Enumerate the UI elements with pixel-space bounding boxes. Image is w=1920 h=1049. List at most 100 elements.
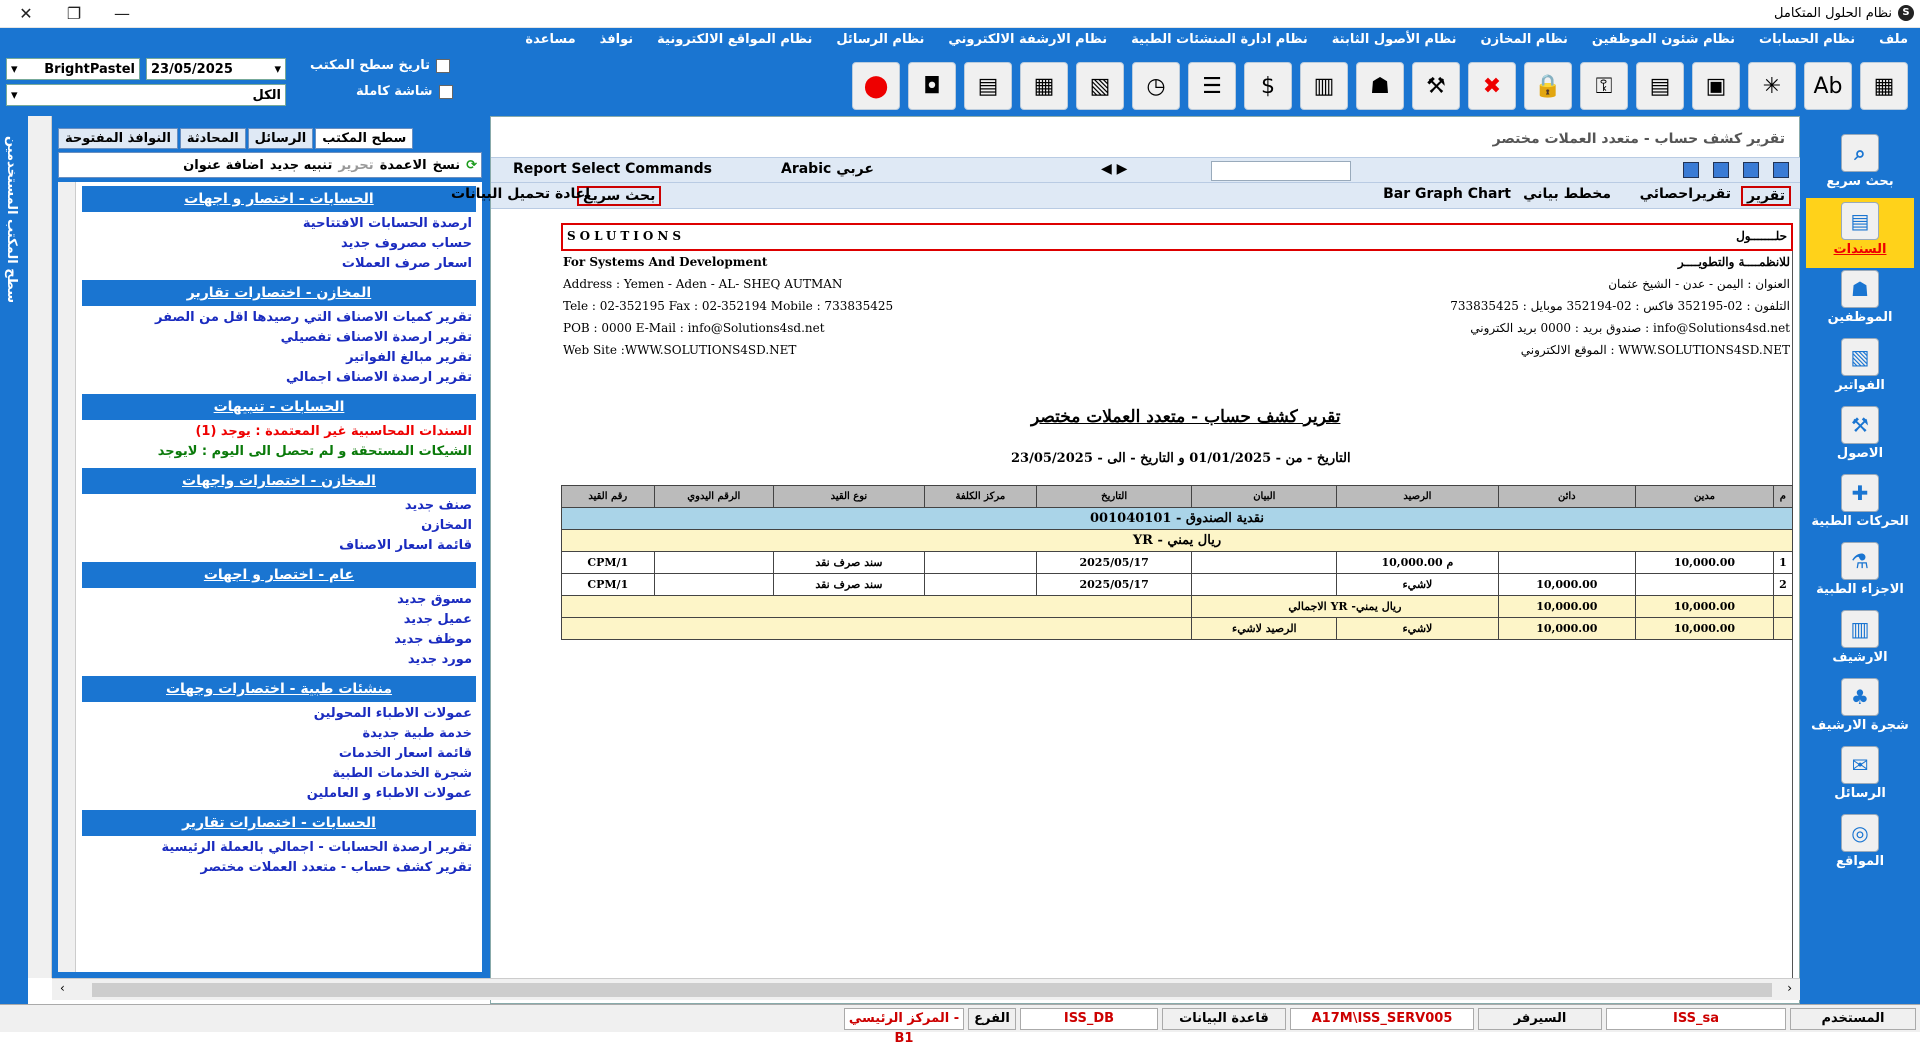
list-item[interactable]: اسعار صرف العملات	[342, 256, 472, 271]
window-icon[interactable]: ▦	[1860, 62, 1908, 110]
scroll-left-icon[interactable]: ‹	[60, 981, 65, 995]
report-icon[interactable]: ☰	[1188, 62, 1236, 110]
sidebar-item-archive[interactable]: ▥ الارشيف	[1806, 606, 1914, 676]
list-item[interactable]: خدمة طبية جديدة	[362, 726, 472, 741]
list-item[interactable]: ارصدة الحسابات الافتتاحية	[303, 216, 472, 231]
vertical-tab-label[interactable]: سطح المكتب المستخدمين	[4, 136, 19, 303]
language-select[interactable]: Arabic عربي	[781, 161, 874, 177]
sidebar-item-employees[interactable]: ☗ الموظفين	[1806, 266, 1914, 336]
calendar-dropdown-icon[interactable]: ▾	[274, 62, 281, 77]
sidebar-item-quick-search[interactable]: ⌕ بحث سريع	[1806, 130, 1914, 200]
list-item[interactable]: تقرير مبالغ الفواتير	[346, 350, 472, 365]
folders-icon[interactable]: ▧	[1076, 62, 1124, 110]
chevron-down-icon[interactable]: ▾	[11, 88, 18, 103]
menu-hr[interactable]: نظام شئون الموظفين	[1592, 32, 1735, 52]
menu-windows[interactable]: نوافذ	[600, 32, 634, 52]
new-alert-button[interactable]: تنبيه جديد	[270, 158, 332, 173]
menu-websites[interactable]: نظام المواقع الالكترونية	[657, 32, 812, 52]
menu-accounts[interactable]: نظام الحسابات	[1759, 32, 1855, 52]
filter-select[interactable]: ▾ الكل	[6, 84, 286, 106]
tab-messages[interactable]: الرسائل	[247, 128, 314, 149]
chevron-down-icon[interactable]: ▾	[11, 62, 18, 77]
scroll-thumb[interactable]	[92, 983, 1772, 997]
camera-icon[interactable]: ◘	[908, 62, 956, 110]
export-icon[interactable]	[1713, 162, 1729, 178]
refresh-icon[interactable]: ⟳	[466, 158, 477, 173]
alert-item[interactable]: الشيكات المستحقة و لم تحصل الى اليوم : ل…	[158, 444, 472, 459]
group-header[interactable]: منشئات طبية - اختصارات وجهات	[82, 676, 476, 702]
reload-button[interactable]: اعادة تحميل البيانات	[451, 186, 590, 202]
list-item[interactable]: مسوق جديد	[397, 592, 472, 607]
select-commands-label[interactable]: Report Select Commands	[513, 161, 712, 177]
sidebar-item-medical-moves[interactable]: ✚ الحركات الطبية	[1806, 470, 1914, 540]
scroll-right-icon[interactable]: ›	[1787, 981, 1792, 995]
list-item[interactable]: قائمة اسعار الخدمات	[339, 746, 472, 761]
tab-desktop[interactable]: سطح المكتب	[315, 128, 414, 149]
close-icon[interactable]: ✕	[14, 4, 38, 23]
theme-select[interactable]: ▾ BrightPastel	[6, 58, 140, 80]
stats-report-button[interactable]: تقريراحصائي	[1640, 186, 1731, 202]
sidebar-item-invoices[interactable]: ▧ الفواتير	[1806, 334, 1914, 404]
sidebar-item-vouchers[interactable]: ▤ السندات	[1806, 198, 1914, 268]
list-item[interactable]: تقرير كميات الاصناف التي رصيدها اقل من ا…	[155, 310, 472, 325]
group-header[interactable]: الحسابات - اختصارات تقارير	[82, 810, 476, 836]
menu-archive[interactable]: نظام الارشفة الالكتروني	[948, 32, 1107, 52]
list-item[interactable]: عمولات الاطباء المحولين	[314, 706, 472, 721]
group-header[interactable]: المخازن - اختصارات تقارير	[82, 280, 476, 306]
network-icon[interactable]: ✳	[1748, 62, 1796, 110]
checkbox-box[interactable]	[438, 84, 453, 99]
horizontal-scrollbar[interactable]: ‹ ›	[52, 978, 1800, 1000]
add-title-button[interactable]: اضافة عنوان	[183, 158, 264, 173]
list-item[interactable]: تقرير كشف حساب - متعدد العملات مختصر	[201, 860, 472, 875]
list-item[interactable]: عمولات الاطباء و العاملين	[307, 786, 472, 801]
maximize-icon[interactable]: ❐	[62, 4, 86, 23]
document-icon[interactable]: ▤	[964, 62, 1012, 110]
clock-icon[interactable]: ◷	[1132, 62, 1180, 110]
list-item[interactable]: مورد جديد	[408, 652, 472, 667]
map-icon[interactable]: ⬤	[852, 62, 900, 110]
list-item[interactable]: موظف جديد	[394, 632, 472, 647]
tab-open-windows[interactable]: النوافذ المفتوحة	[58, 128, 178, 149]
checkbox-box[interactable]	[436, 58, 451, 73]
key-icon[interactable]: ⚿	[1580, 62, 1628, 110]
list-item[interactable]: صنف جديد	[405, 498, 472, 513]
list-item[interactable]: المخازن	[421, 518, 472, 533]
sidebar-item-medical-parts[interactable]: ⚗ الاجزاء الطبية	[1806, 538, 1914, 608]
sidebar-item-assets[interactable]: ⚒ الاصول	[1806, 402, 1914, 472]
nav-prev-icon[interactable]: ◀ ▶	[1101, 161, 1127, 177]
print-icon[interactable]	[1683, 162, 1699, 178]
page-input[interactable]	[1211, 161, 1351, 181]
list-item[interactable]: تقرير ارصدة الاصناف تفصيلي	[281, 330, 472, 345]
money-icon[interactable]: $	[1244, 62, 1292, 110]
alert-item[interactable]: السندات المحاسبية غير المعتمدة : يوجد (1…	[195, 424, 472, 439]
cancel-icon[interactable]: ✖	[1468, 62, 1516, 110]
list-item[interactable]: عميل جديد	[404, 612, 472, 627]
menu-file[interactable]: ملف	[1879, 32, 1908, 52]
chart-button[interactable]: مخطط بياني	[1523, 186, 1611, 202]
zoom-icon[interactable]	[1743, 162, 1759, 178]
calculator-icon[interactable]: ▤	[1636, 62, 1684, 110]
list-item[interactable]: تقرير ارصدة الحسابات - اجمالي بالعملة ال…	[161, 840, 472, 855]
copy-button[interactable]: نسخ	[433, 158, 460, 173]
columns-button[interactable]: الاعمدة	[380, 158, 427, 173]
report-button[interactable]: تقرير	[1740, 186, 1791, 206]
list-scrollbar[interactable]	[58, 182, 76, 972]
save-icon[interactable]	[1773, 162, 1789, 178]
menu-stores[interactable]: نظام المخازن	[1481, 32, 1568, 52]
group-header[interactable]: عام - اختصار و اجهات	[82, 562, 476, 588]
chart-type-select[interactable]: Bar Graph Chart	[1383, 186, 1511, 202]
menu-messages[interactable]: نظام الرسائل	[836, 32, 924, 52]
left-scrollbar[interactable]	[28, 116, 52, 978]
sidebar-item-websites[interactable]: ◎ المواقع	[1806, 810, 1914, 880]
box-icon[interactable]: ▣	[1692, 62, 1740, 110]
tools-icon[interactable]: ⚒	[1412, 62, 1460, 110]
sidebar-item-messages[interactable]: ✉ الرسائل	[1806, 742, 1914, 812]
edit-button[interactable]: تحرير	[338, 158, 373, 173]
minimize-icon[interactable]: —	[110, 4, 134, 23]
group-header[interactable]: الحسابات - تنبيهات	[82, 394, 476, 420]
chart-icon[interactable]: ▥	[1300, 62, 1348, 110]
fullscreen-checkbox[interactable]: شاشة كاملة	[356, 84, 453, 99]
menu-medical[interactable]: نظام ادارة المنشئات الطبية	[1131, 32, 1308, 52]
menu-assets[interactable]: نظام الأصول الثابتة	[1332, 32, 1457, 52]
list-item[interactable]: حساب مصروف جديد	[341, 236, 472, 251]
